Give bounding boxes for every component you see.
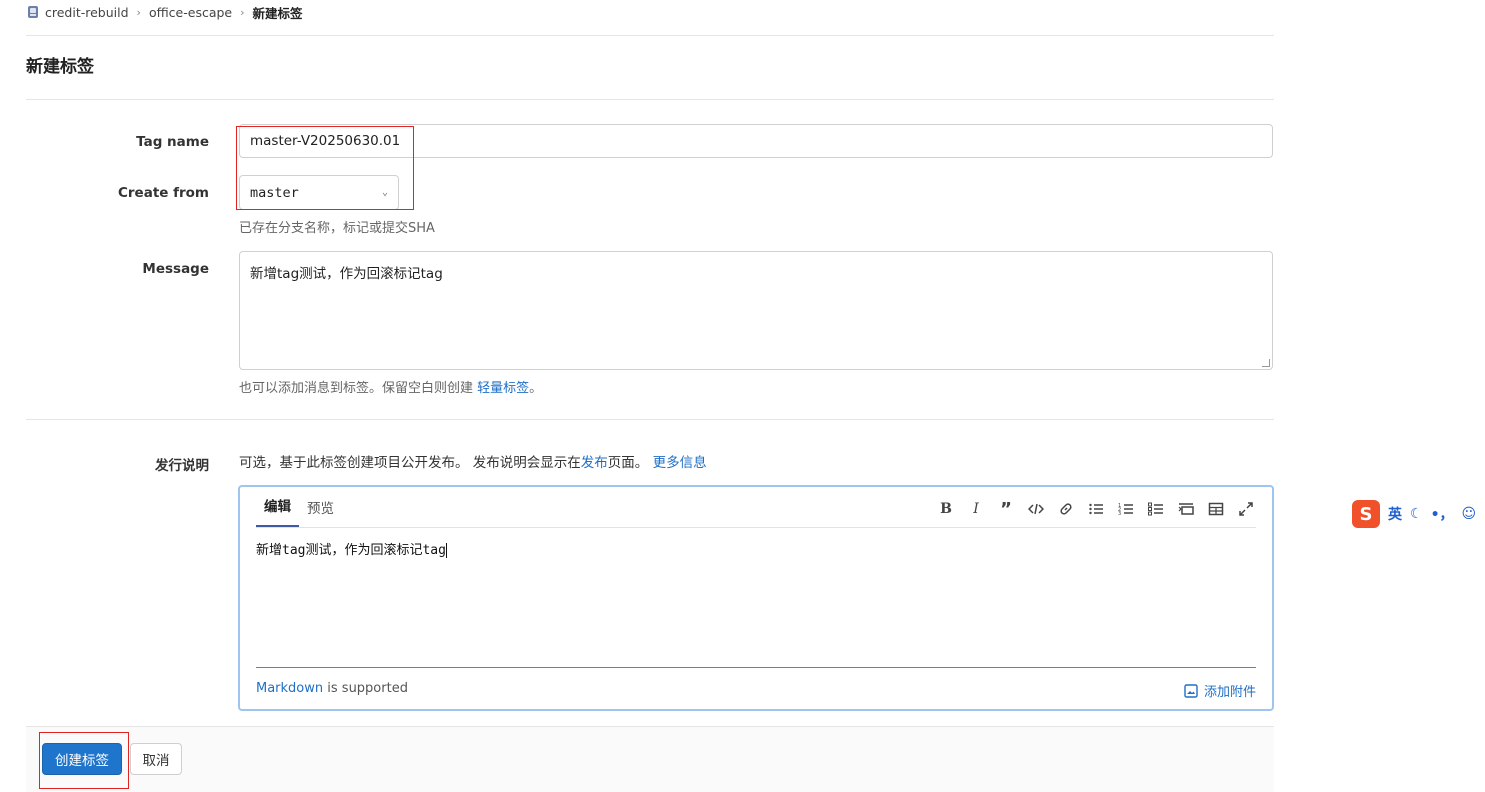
editor-footer-divider: [256, 667, 1256, 668]
more-info-link[interactable]: 更多信息: [653, 455, 707, 471]
highlight-box: [236, 126, 414, 210]
cancel-button[interactable]: 取消: [130, 743, 182, 775]
form-actions: [26, 726, 1274, 792]
quote-icon[interactable]: ”: [996, 499, 1016, 520]
image-icon: [1184, 683, 1198, 698]
editor-header-divider: [256, 527, 1256, 528]
highlight-box: [39, 732, 129, 789]
lightweight-tag-link[interactable]: 轻量标签: [477, 381, 529, 396]
markdown-hint: Markdown is supported: [256, 681, 408, 696]
release-notes-value: 新增tag测试，作为回滚标记tag: [256, 543, 446, 558]
fullscreen-icon[interactable]: [1236, 499, 1256, 519]
tab-preview[interactable]: 预览: [299, 497, 342, 527]
message-help-text: 也可以添加消息到标签。保留空白则创建: [239, 381, 478, 396]
ime-toolbar: S 英 ☾ •， ☺: [1352, 500, 1485, 528]
create-from-label: Create from: [117, 185, 209, 201]
bullet-list-icon[interactable]: [1086, 499, 1106, 519]
markdown-link[interactable]: Markdown: [256, 681, 323, 696]
table-icon[interactable]: [1206, 499, 1226, 519]
editor-tabs: 编辑 预览: [256, 487, 342, 527]
message-label: Message: [142, 261, 209, 277]
releases-link[interactable]: 发布: [581, 455, 608, 471]
collapsible-section-icon[interactable]: [1176, 499, 1196, 519]
release-notes-editor: 编辑 预览 B I ” 123 新增tag测试，作为回滚标记tag Markdo…: [238, 485, 1274, 711]
italic-icon[interactable]: I: [966, 499, 986, 519]
resize-handle-icon[interactable]: [1262, 359, 1270, 367]
breadcrumb-item-office-escape[interactable]: office-escape: [149, 5, 232, 20]
project-icon: [28, 6, 38, 18]
ime-language-toggle[interactable]: 英: [1388, 504, 1402, 524]
breadcrumb-item-credit-rebuild[interactable]: credit-rebuild: [45, 5, 129, 20]
divider: [26, 35, 1274, 36]
divider: [26, 99, 1274, 100]
link-icon[interactable]: [1056, 499, 1076, 519]
release-notes-label: 发行说明: [155, 458, 209, 474]
release-notes-description: 可选，基于此标签创建项目公开发布。 发布说明会显示在发布页面。 更多信息: [239, 451, 707, 471]
page-title: 新建标签: [26, 57, 94, 77]
ime-punctuation-toggle[interactable]: •，: [1431, 504, 1454, 524]
tag-name-label: Tag name: [136, 134, 209, 150]
breadcrumb-current: 新建标签: [252, 5, 303, 21]
svg-text:3: 3: [1118, 511, 1121, 517]
tab-edit[interactable]: 编辑: [256, 495, 299, 527]
code-icon[interactable]: [1026, 499, 1046, 519]
divider: [26, 419, 1274, 420]
chevron-right-icon: ›: [240, 5, 245, 19]
numbered-list-icon[interactable]: 123: [1116, 499, 1136, 519]
emoji-icon[interactable]: ☺: [1462, 506, 1477, 522]
bold-icon[interactable]: B: [936, 499, 956, 519]
release-notes-desc-suffix: 页面。: [607, 455, 653, 471]
markdown-suffix: is supported: [323, 681, 408, 696]
message-value: 新增tag测试，作为回滚标记tag: [250, 266, 443, 282]
task-list-icon[interactable]: [1146, 499, 1166, 519]
ime-logo-icon[interactable]: S: [1352, 500, 1380, 528]
message-help-suffix: 。: [529, 381, 543, 396]
moon-icon[interactable]: ☾: [1410, 506, 1423, 522]
editor-toolbar: B I ” 123: [936, 499, 1256, 520]
attach-file-label: 添加附件: [1203, 685, 1256, 700]
create-from-help: 已存在分支名称，标记或提交SHA: [239, 221, 435, 236]
release-notes-textarea[interactable]: 新增tag测试，作为回滚标记tag: [256, 539, 447, 558]
release-notes-desc-text: 可选，基于此标签创建项目公开发布。 发布说明会显示在: [239, 455, 581, 471]
message-textarea[interactable]: 新增tag测试，作为回滚标记tag: [239, 251, 1273, 370]
chevron-right-icon: ›: [136, 5, 141, 19]
text-caret: [445, 543, 447, 558]
breadcrumb: credit-rebuild › office-escape › 新建标签: [26, 3, 303, 21]
message-help: 也可以添加消息到标签。保留空白则创建 轻量标签。: [239, 377, 542, 396]
attach-file-button[interactable]: 添加附件: [1184, 681, 1256, 700]
